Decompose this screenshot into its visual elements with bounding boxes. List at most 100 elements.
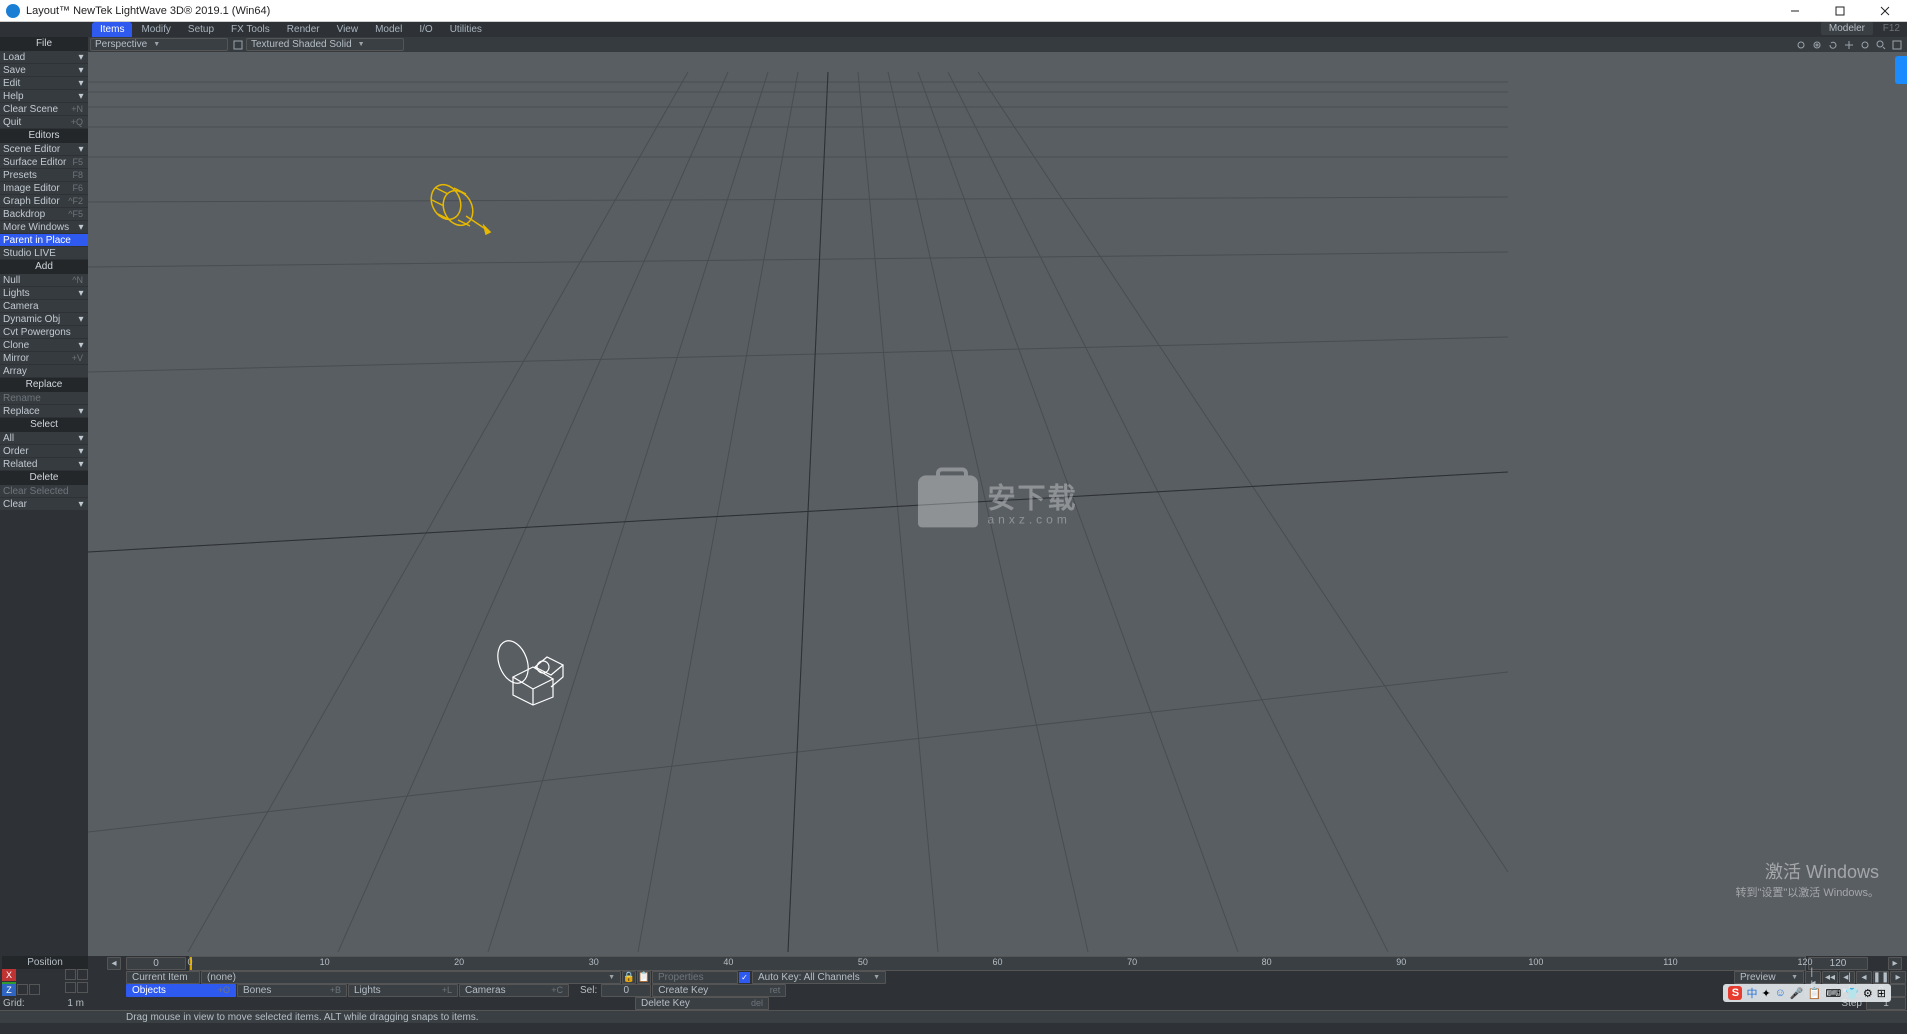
frame-end-field[interactable]: 120	[1808, 957, 1868, 970]
axis-x-link-icon[interactable]	[65, 969, 76, 980]
titlebar: Layout™ NewTek LightWave 3D® 2019.1 (Win…	[0, 0, 1907, 22]
timeline[interactable]: 0102030405060708090100110120	[189, 956, 1806, 971]
tab-i/o[interactable]: I/O	[411, 22, 440, 37]
left-sidebar: FileLoad▾Save▾Edit▾Help▾Clear Scene+NQui…	[0, 37, 88, 956]
sidebar-item-help[interactable]: Help▾	[0, 90, 88, 103]
sidebar-item-array[interactable]: Array	[0, 365, 88, 378]
view-mode-select[interactable]: Perspective▼	[90, 38, 228, 51]
sidebar-item-studio-live[interactable]: Studio LIVE	[0, 247, 88, 260]
sidebar-item-replace[interactable]: Replace▾	[0, 405, 88, 418]
minimize-button[interactable]	[1772, 0, 1817, 22]
prev-key-button[interactable]: ◂|	[1839, 971, 1855, 984]
lock-icon[interactable]: 🔒	[622, 971, 636, 984]
shading-mode-select[interactable]: Textured Shaded Solid▼	[246, 38, 404, 51]
sidebar-item-cvt-powergons[interactable]: Cvt Powergons	[0, 326, 88, 339]
rotate-view-icon[interactable]	[1858, 38, 1872, 51]
app-body: ItemsModifySetupFX ToolsRenderViewModelI…	[0, 22, 1907, 1034]
viewport-3d[interactable]: 安下载 anxz.com 激活 Windows 转到"设置"以激活 Window…	[88, 52, 1907, 956]
clipboard-icon[interactable]: 📋	[637, 971, 651, 984]
type-cameras-button[interactable]: Cameras+C	[459, 984, 569, 997]
tab-model[interactable]: Model	[367, 22, 410, 37]
frame-left-nudge[interactable]: ◂	[107, 957, 121, 970]
sidebar-item-null[interactable]: Null^N	[0, 274, 88, 287]
modeler-shortcut: F12	[1880, 22, 1903, 35]
sidebar-item-clear-scene[interactable]: Clear Scene+N	[0, 103, 88, 116]
tab-render[interactable]: Render	[279, 22, 328, 37]
move-view-icon[interactable]	[1842, 38, 1856, 51]
right-edge-tab[interactable]	[1895, 56, 1907, 84]
timeline-tick: 90	[1396, 957, 1406, 967]
close-button[interactable]	[1862, 0, 1907, 22]
sidebar-item-load[interactable]: Load▾	[0, 51, 88, 64]
current-item-label: Current Item	[126, 971, 200, 984]
tab-items[interactable]: Items	[92, 22, 132, 37]
light-gizmo[interactable]	[418, 172, 498, 242]
app-logo-icon	[6, 4, 20, 18]
type-objects-button[interactable]: Objects+O	[126, 984, 236, 997]
timeline-tick: 80	[1262, 957, 1272, 967]
sidebar-item-clear[interactable]: Clear▾	[0, 498, 88, 511]
tab-modify[interactable]: Modify	[133, 22, 178, 37]
target-icon[interactable]	[1810, 38, 1824, 51]
sidebar-item-clear-selected: Clear Selected	[0, 485, 88, 498]
type-bones-button[interactable]: Bones+B	[237, 984, 347, 997]
axis-z[interactable]: Z	[2, 984, 16, 996]
sogou-icon[interactable]: S	[1728, 986, 1742, 1000]
axis-x[interactable]: X	[2, 969, 16, 981]
sidebar-item-quit[interactable]: Quit+Q	[0, 116, 88, 129]
sidebar-item-related[interactable]: Related▾	[0, 458, 88, 471]
sidebar-item-dynamic-obj[interactable]: Dynamic Obj▾	[0, 313, 88, 326]
modeler-button[interactable]: Modeler	[1821, 22, 1873, 35]
maximize-button[interactable]	[1817, 0, 1862, 22]
sidebar-item-edit[interactable]: Edit▾	[0, 77, 88, 90]
autokey-checkbox[interactable]: ✓	[739, 972, 750, 983]
frame-right-nudge[interactable]: ▸	[1888, 957, 1902, 970]
sidebar-item-image-editor[interactable]: Image EditorF6	[0, 182, 88, 195]
autokey-select[interactable]: Auto Key: All Channels▼	[752, 971, 886, 984]
sidebar-item-parent-in-place[interactable]: Parent in Place	[0, 234, 88, 247]
maximize-view-icon[interactable]	[1890, 38, 1904, 51]
current-item-select[interactable]: (none)▼	[201, 971, 621, 984]
sidebar-item-all[interactable]: All▾	[0, 432, 88, 445]
type-lights-button[interactable]: Lights+L	[348, 984, 458, 997]
pause-button[interactable]: ❚❚	[1873, 971, 1889, 984]
tab-fx-tools[interactable]: FX Tools	[223, 22, 278, 37]
camera-gizmo[interactable]	[483, 607, 593, 717]
axis-x-key-icon[interactable]	[77, 969, 88, 980]
timeline-tick: 60	[992, 957, 1002, 967]
delete-key-button[interactable]: Delete Keydel	[635, 997, 769, 1010]
sidebar-item-graph-editor[interactable]: Graph Editor^F2	[0, 195, 88, 208]
play-button[interactable]: ▸	[1890, 971, 1906, 984]
axis-z-link-icon[interactable]	[17, 984, 28, 995]
frame-start-field[interactable]: 0	[126, 957, 186, 970]
sidebar-item-presets[interactable]: PresetsF8	[0, 169, 88, 182]
sidebar-item-more-windows[interactable]: More Windows▾	[0, 221, 88, 234]
sidebar-item-camera[interactable]: Camera	[0, 300, 88, 313]
gear-icon[interactable]	[1794, 38, 1808, 51]
tab-utilities[interactable]: Utilities	[442, 22, 490, 37]
sidebar-header-replace: Replace	[0, 378, 88, 392]
refresh-icon[interactable]	[1826, 38, 1840, 51]
sidebar-header-file: File	[0, 37, 88, 51]
sidebar-item-scene-editor[interactable]: Scene Editor▾	[0, 143, 88, 156]
zoom-view-icon[interactable]	[1874, 38, 1888, 51]
ime-toolbar[interactable]: S 中✦☺ 🎤📋⌨👕⚙⊞	[1723, 984, 1891, 1002]
sidebar-item-mirror[interactable]: Mirror+V	[0, 352, 88, 365]
sidebar-item-backdrop[interactable]: Backdrop^F5	[0, 208, 88, 221]
timeline-tick: 50	[858, 957, 868, 967]
sidebar-item-clone[interactable]: Clone▾	[0, 339, 88, 352]
sidebar-item-save[interactable]: Save▾	[0, 64, 88, 77]
play-back-button[interactable]: ◂	[1856, 971, 1872, 984]
create-key-button[interactable]: Create Keyret	[652, 984, 786, 997]
tab-setup[interactable]: Setup	[180, 22, 222, 37]
sidebar-header-delete: Delete	[0, 471, 88, 485]
timeline-tick: 120	[1797, 957, 1812, 967]
wireframe-toggle-icon[interactable]	[231, 38, 245, 51]
preview-select[interactable]: Preview▼	[1734, 971, 1804, 984]
axis-z-key-icon[interactable]	[29, 984, 40, 995]
sidebar-item-lights[interactable]: Lights▾	[0, 287, 88, 300]
tab-view[interactable]: View	[329, 22, 367, 37]
step-back-button[interactable]: ◂◂	[1822, 971, 1838, 984]
sidebar-item-surface-editor[interactable]: Surface EditorF5	[0, 156, 88, 169]
sidebar-item-order[interactable]: Order▾	[0, 445, 88, 458]
